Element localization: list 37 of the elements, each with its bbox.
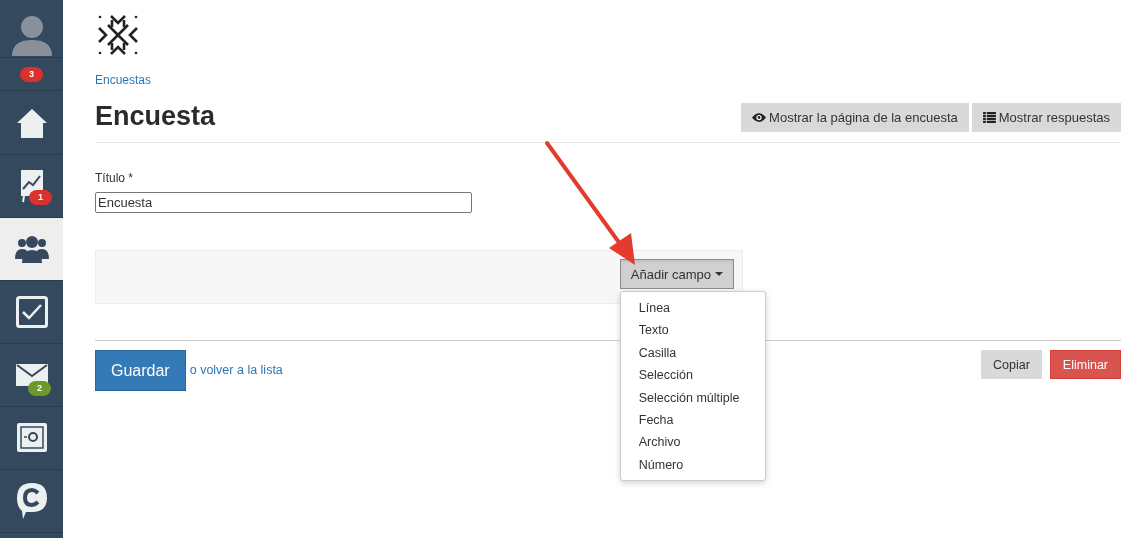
- count-badge: 3: [20, 66, 43, 82]
- menu-item[interactable]: Selección: [620, 364, 765, 387]
- count-badge: 1: [29, 190, 52, 205]
- people-icon: [14, 235, 49, 263]
- menu-item[interactable]: Texto: [620, 319, 765, 342]
- chat-icon: [15, 482, 48, 520]
- sidebar-item[interactable]: [0, 218, 63, 281]
- delete-button[interactable]: Eliminar: [1049, 350, 1121, 379]
- page-title: Encuesta: [95, 100, 216, 133]
- save-button[interactable]: Guardar: [95, 350, 186, 391]
- menu-item[interactable]: Archivo: [620, 431, 765, 454]
- list-icon: [982, 112, 996, 123]
- header-button[interactable]: Mostrar la página de la encuesta: [741, 103, 969, 132]
- home-icon: [15, 106, 48, 139]
- menu-item[interactable]: Casilla: [620, 341, 765, 365]
- field-label: Título *: [95, 171, 133, 185]
- header-button[interactable]: Mostrar respuestas: [971, 103, 1121, 132]
- caret-icon: [715, 272, 723, 276]
- sidebar-item[interactable]: 1: [0, 155, 63, 218]
- add-field-button[interactable]: Añadir campo: [619, 259, 734, 289]
- copy-button[interactable]: Copiar: [981, 350, 1042, 379]
- menu-item[interactable]: Línea: [620, 297, 765, 320]
- count-badge: 2: [28, 381, 51, 396]
- menu-item[interactable]: Selección múltiple: [620, 386, 765, 410]
- chart-icon: [19, 169, 44, 203]
- title-input[interactable]: Encuesta: [95, 192, 472, 213]
- safe-icon: [15, 422, 48, 454]
- menu-item[interactable]: Fecha: [620, 409, 765, 432]
- eye-icon: [752, 112, 767, 123]
- person-icon: [9, 14, 54, 56]
- envelope-icon: [15, 364, 48, 386]
- back-link[interactable]: volver a la lista: [200, 363, 283, 377]
- sidebar-item[interactable]: 3: [0, 58, 63, 91]
- checkbox-icon: [15, 296, 48, 328]
- breadcrumb-link[interactable]: Encuestas: [95, 73, 152, 87]
- menu-item[interactable]: Número: [620, 453, 765, 477]
- back-text: o volver a la lista: [189, 363, 283, 377]
